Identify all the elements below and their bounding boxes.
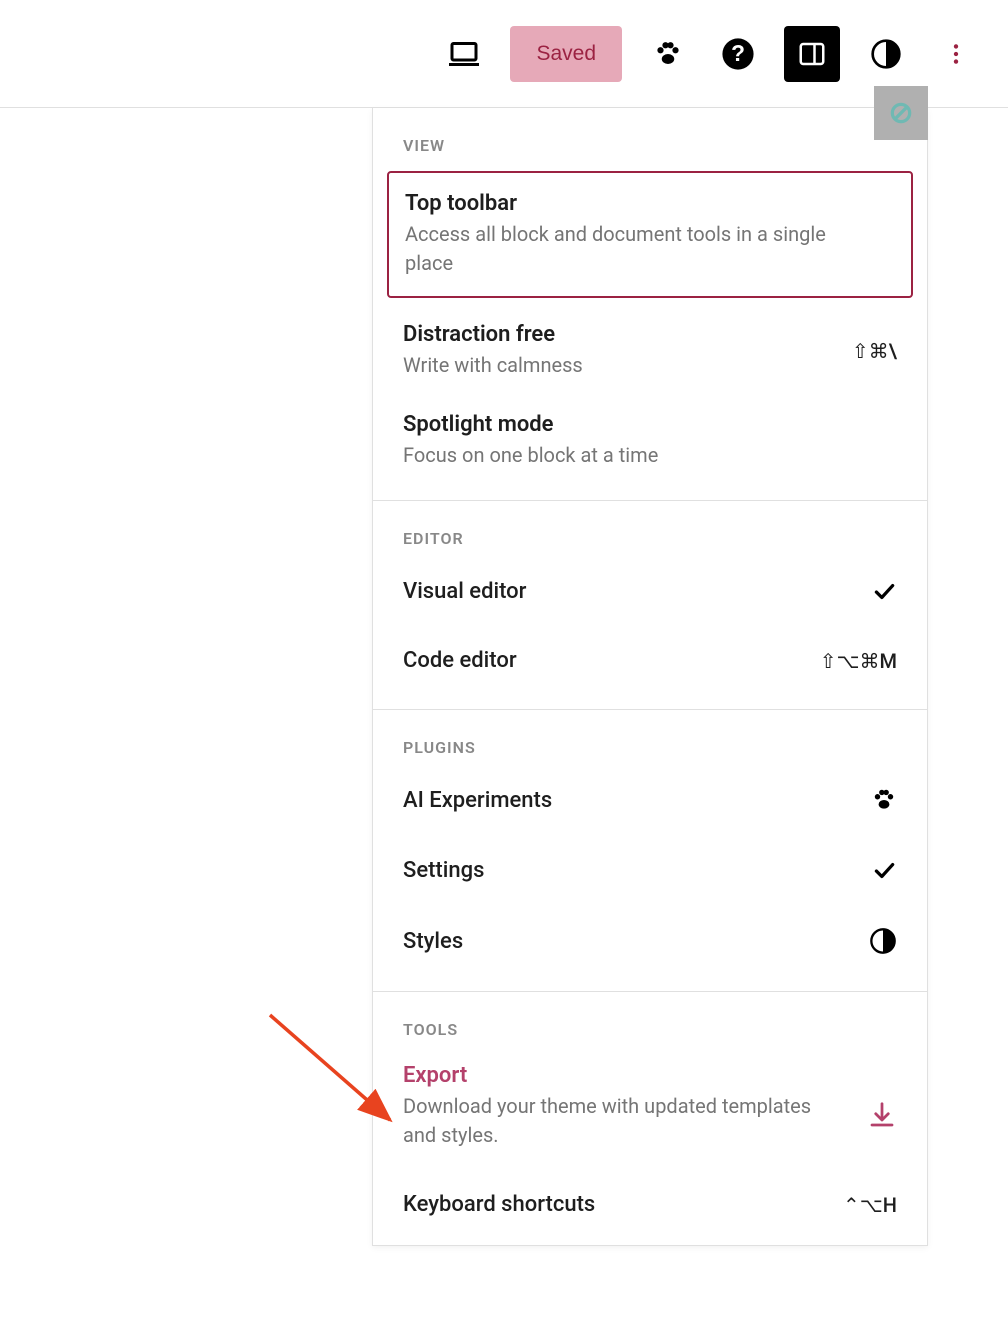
menu-item-title: Export [403, 1063, 897, 1088]
menu-item-settings[interactable]: Settings [373, 835, 927, 905]
menu-item-desc: Download your theme with updated templat… [403, 1092, 833, 1150]
menu-item-title: Visual editor [403, 579, 526, 604]
dots-vertical-icon [943, 41, 969, 67]
download-icon [867, 1100, 897, 1130]
half-circle-icon [869, 927, 897, 955]
saved-button[interactable]: Saved [510, 26, 622, 82]
menu-item-visual-editor[interactable]: Visual editor [373, 556, 927, 626]
section-label-editor: EDITOR [373, 501, 927, 556]
options-menu: VIEW Top toolbar Access all block and do… [372, 108, 928, 1246]
menu-item-distraction-free[interactable]: Distraction free Write with calmness ⇧⌘\ [373, 306, 927, 396]
more-options-button[interactable] [932, 30, 980, 78]
menu-item-spotlight-mode[interactable]: Spotlight mode Focus on one block at a t… [373, 396, 927, 486]
menu-item-desc: Write with calmness [403, 351, 833, 380]
menu-item-styles[interactable]: Styles [373, 905, 927, 977]
check-icon [871, 578, 897, 604]
menu-item-title: Keyboard shortcuts [403, 1192, 595, 1217]
section-label-plugins: PLUGINS [373, 710, 927, 765]
menu-item-title: Settings [403, 858, 484, 883]
sidebar-panel-icon [797, 39, 827, 69]
menu-item-keyboard-shortcuts[interactable]: Keyboard shortcuts ⌃⌥H [373, 1170, 927, 1245]
menu-item-desc: Focus on one block at a time [403, 441, 833, 470]
check-icon [871, 857, 897, 883]
paw-icon [871, 787, 897, 813]
menu-item-top-toolbar[interactable]: Top toolbar Access all block and documen… [387, 171, 913, 298]
shortcut-label: ⇧⌥⌘M [820, 649, 897, 673]
menu-item-ai-experiments[interactable]: AI Experiments [373, 765, 927, 835]
top-toolbar: Saved ? [0, 0, 1008, 108]
menu-item-title: Top toolbar [405, 191, 895, 216]
floating-badge[interactable] [874, 86, 928, 140]
menu-item-code-editor[interactable]: Code editor ⇧⌥⌘M [373, 626, 927, 695]
refresh-icon [888, 100, 914, 126]
settings-panel-button[interactable] [784, 26, 840, 82]
menu-item-export[interactable]: Export Download your theme with updated … [373, 1047, 927, 1170]
svg-text:?: ? [731, 40, 745, 66]
menu-item-title: AI Experiments [403, 788, 552, 813]
laptop-icon [446, 36, 482, 72]
shortcut-label: ⌃⌥H [843, 1193, 897, 1217]
section-label-tools: TOOLS [373, 992, 927, 1047]
help-icon: ? [721, 37, 755, 71]
styles-button[interactable] [862, 30, 910, 78]
section-label-view: VIEW [373, 108, 927, 163]
menu-item-desc: Access all block and document tools in a… [405, 220, 835, 278]
menu-item-title: Code editor [403, 648, 517, 673]
menu-item-title: Spotlight mode [403, 412, 897, 437]
menu-item-title: Distraction free [403, 322, 897, 347]
menu-item-title: Styles [403, 929, 463, 954]
half-circle-icon [870, 38, 902, 70]
paw-icon [653, 39, 683, 69]
device-preview-button[interactable] [440, 30, 488, 78]
shortcut-label: ⇧⌘\ [852, 339, 897, 363]
saved-label: Saved [536, 42, 596, 65]
help-button[interactable]: ? [714, 30, 762, 78]
plugin-paw-button[interactable] [644, 30, 692, 78]
